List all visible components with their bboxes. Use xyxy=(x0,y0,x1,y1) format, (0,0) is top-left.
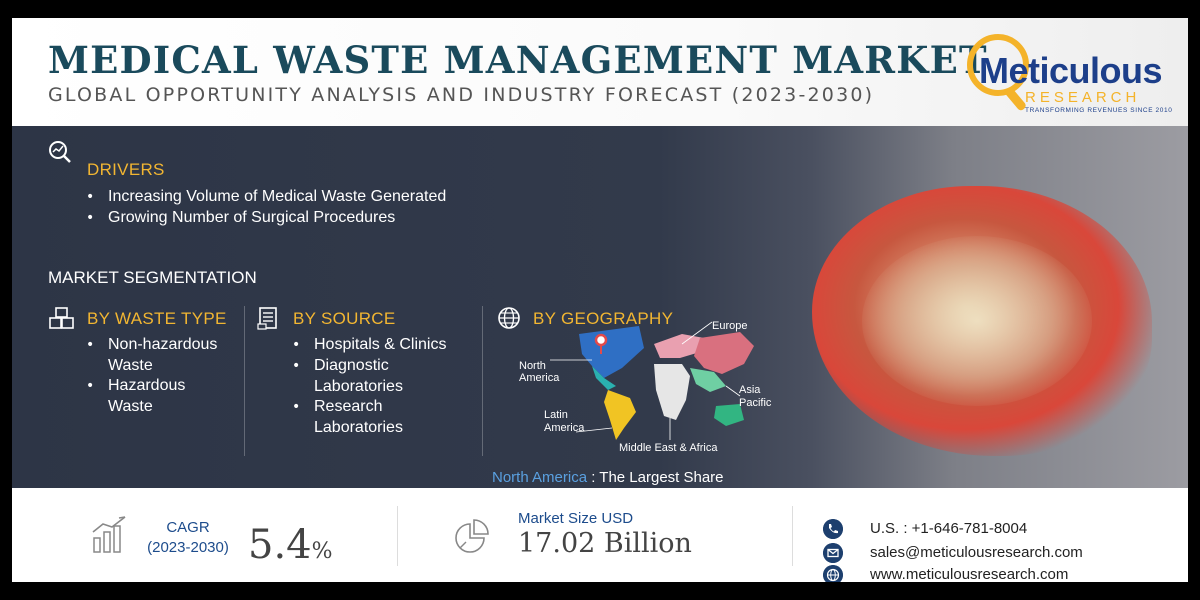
cagr-value-block: 5.4% xyxy=(248,522,333,568)
drivers-heading: DRIVERS xyxy=(87,160,165,179)
map-label-mea: Middle East & Africa xyxy=(619,442,718,454)
email-icon xyxy=(823,543,843,563)
latin-america-region xyxy=(604,390,636,440)
world-map xyxy=(550,321,754,440)
driver-item: Growing Number of Surgical Procedures xyxy=(108,209,396,226)
waste-type-item: Non-hazardous xyxy=(108,336,218,353)
phone-link[interactable]: U.S. : +1-646-781-8004 xyxy=(870,520,1027,537)
server-icon xyxy=(257,307,277,330)
driver-item: Increasing Volume of Medical Waste Gener… xyxy=(108,188,447,205)
segmentation-heading: MARKET SEGMENTATION xyxy=(48,268,257,287)
map-label-europe: Europe xyxy=(712,320,748,332)
cagr-period: (2023-2030) xyxy=(147,539,229,556)
growth-chart-icon xyxy=(92,516,126,553)
pie-chart-icon xyxy=(455,519,489,553)
company-logo: Meticulous RESEARCH TRANSFORMING REVENUE… xyxy=(967,28,1172,120)
source-heading: BY SOURCE xyxy=(293,309,396,328)
waste-type-item: Waste xyxy=(108,398,153,415)
phone-icon xyxy=(823,519,843,539)
footer-divider xyxy=(397,506,398,566)
market-size-value: 17.02 Billion xyxy=(518,528,692,559)
frame: MEDICAL WASTE MANAGEMENT MARKET GLOBAL O… xyxy=(0,0,1200,600)
infographic: MEDICAL WASTE MANAGEMENT MARKET GLOBAL O… xyxy=(12,18,1188,582)
footer-divider xyxy=(792,506,793,566)
magnifier-chart-icon xyxy=(49,141,71,163)
location-pin-icon xyxy=(594,333,608,347)
bullet: • xyxy=(86,210,95,226)
source-item: Research xyxy=(314,398,383,415)
source-item: Laboratories xyxy=(314,419,403,436)
source-item: Laboratories xyxy=(314,378,403,395)
page-title: MEDICAL WASTE MANAGEMENT MARKET xyxy=(48,38,988,82)
map-label-latin-america: Latin xyxy=(544,409,568,421)
logo-research: RESEARCH xyxy=(1025,89,1141,106)
bullet: • xyxy=(292,337,301,353)
cagr-value: 5.4 xyxy=(248,522,312,568)
bullet: • xyxy=(86,337,95,353)
largest-text: : The Largest Share xyxy=(591,469,724,486)
page-subtitle: GLOBAL OPPORTUNITY ANALYSIS AND INDUSTRY… xyxy=(48,84,875,106)
largest-region: North America xyxy=(492,469,588,486)
waste-type-item: Hazardous xyxy=(108,377,186,394)
cagr-label: CAGR xyxy=(166,519,210,536)
largest-share-note: North America : The Largest Share xyxy=(492,469,724,486)
column-divider xyxy=(482,306,483,456)
globe-icon xyxy=(823,565,843,582)
asia-region xyxy=(694,332,754,374)
north-america-region xyxy=(579,326,644,378)
cagr-label-block: CAGR (2023-2030) xyxy=(140,518,236,558)
waste-bag-contents xyxy=(862,236,1092,406)
map-label-latin-america: America xyxy=(544,422,585,434)
map-label-asia-pacific: Asia xyxy=(739,384,761,396)
boxes-icon xyxy=(49,307,74,329)
source-item: Hospitals & Clinics xyxy=(314,336,447,353)
email-link[interactable]: sales@meticulousresearch.com xyxy=(870,544,1083,561)
waste-type-heading: BY WASTE TYPE xyxy=(87,309,227,328)
bullet: • xyxy=(292,399,301,415)
bullet: • xyxy=(86,378,95,394)
logo-name: Meticulous xyxy=(979,50,1163,91)
market-size-label: Market Size USD xyxy=(518,510,634,527)
website-link[interactable]: www.meticulousresearch.com xyxy=(870,566,1068,582)
waste-type-item: Waste xyxy=(108,357,153,374)
content-panel: DRIVERS • Increasing Volume of Medical W… xyxy=(12,126,1188,488)
middle-east-africa-region xyxy=(654,364,690,420)
bullet: • xyxy=(292,358,301,374)
cagr-unit: % xyxy=(311,539,333,564)
column-divider xyxy=(244,306,245,456)
map-label-asia-pacific: Pacific xyxy=(739,397,772,409)
header: MEDICAL WASTE MANAGEMENT MARKET GLOBAL O… xyxy=(12,18,1188,126)
logo-tagline: TRANSFORMING REVENUES SINCE 2010 xyxy=(1025,107,1173,114)
footer: CAGR (2023-2030) 5.4% Market Size USD 17… xyxy=(12,488,1188,582)
map-label-north-america: America xyxy=(519,372,560,384)
bullet: • xyxy=(86,189,95,205)
source-item: Diagnostic xyxy=(314,357,389,374)
